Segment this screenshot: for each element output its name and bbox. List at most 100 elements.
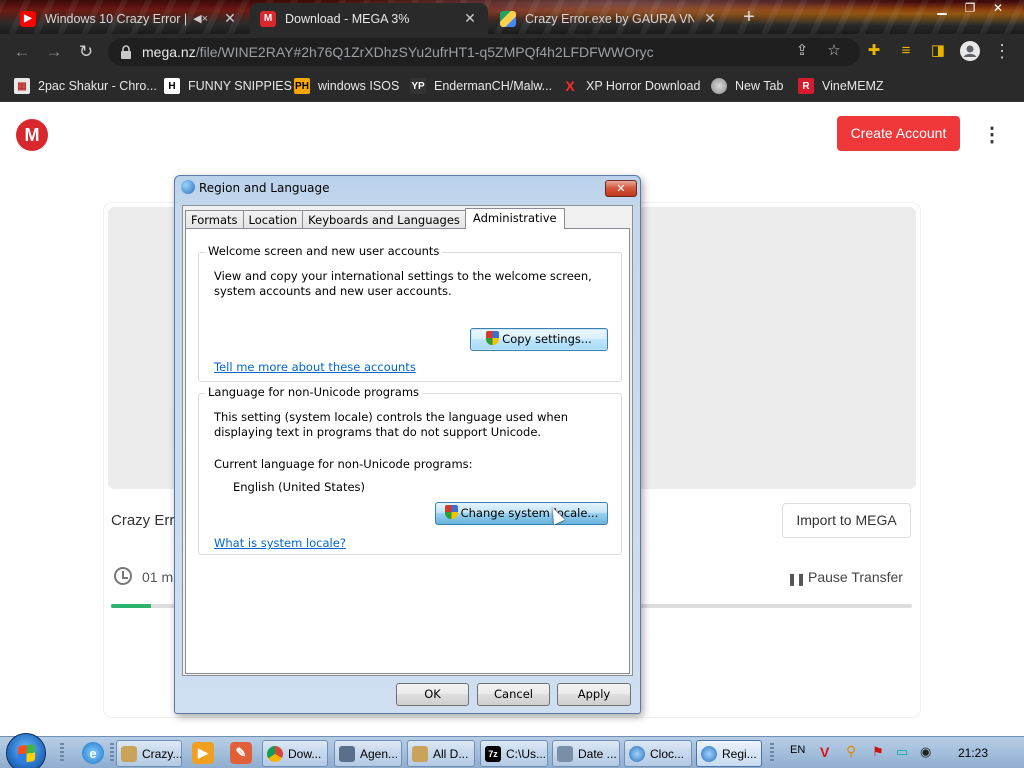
taskbar-button-chrome[interactable]: Dow... bbox=[262, 740, 328, 767]
change-system-locale-button[interactable]: Change system locale... bbox=[435, 502, 608, 525]
taskbar-button-label: Crazy... bbox=[142, 746, 182, 761]
taskbar-button-label: C:\Us... bbox=[506, 746, 547, 761]
more-menu-icon[interactable]: ⋮ bbox=[982, 122, 1002, 148]
dialog-title: Region and Language bbox=[199, 181, 330, 195]
taskbar-button-date[interactable]: Date ... bbox=[552, 740, 620, 767]
create-account-button[interactable]: Create Account bbox=[837, 116, 960, 151]
ok-button[interactable]: OK bbox=[396, 683, 469, 706]
time-remaining: 01 m bbox=[142, 569, 174, 585]
taskbar-button-7zip[interactable]: 7z C:\Us... bbox=[480, 740, 548, 767]
forward-icon[interactable]: → bbox=[42, 40, 66, 64]
reload-icon[interactable]: ↻ bbox=[74, 40, 98, 64]
close-icon[interactable]: ✕ bbox=[605, 180, 637, 197]
apply-button[interactable]: Apply bbox=[557, 683, 631, 706]
close-tab-icon[interactable]: ✕ bbox=[462, 10, 478, 27]
taskbar-button-region[interactable]: Regi... bbox=[696, 740, 762, 767]
search-tray-icon[interactable]: ⚲ bbox=[846, 743, 856, 760]
bookmarks-bar: ▦ 2pac Shakur - Chro... H FUNNY SNIPPIES… bbox=[0, 70, 1024, 102]
start-button[interactable] bbox=[6, 733, 46, 768]
share-icon[interactable]: ⇪ bbox=[790, 38, 814, 64]
close-window-icon[interactable]: ✕ bbox=[984, 0, 1012, 18]
minimize-icon[interactable]: ▁ bbox=[928, 0, 956, 18]
browser-tab-mega[interactable]: M Download - MEGA 3% ✕ bbox=[250, 3, 488, 34]
system-locale-description: This setting (system locale) controls th… bbox=[214, 410, 569, 439]
bookmark-star-icon[interactable]: ☆ bbox=[822, 38, 846, 64]
taskbar-button-label: All D... bbox=[433, 746, 469, 761]
7zip-icon: 7z bbox=[485, 745, 501, 762]
volume-tray-icon[interactable]: ◉ bbox=[920, 744, 931, 760]
agent-icon bbox=[339, 745, 355, 762]
bookmark-label: windows ISOS bbox=[318, 79, 400, 93]
browser-tab-drive[interactable]: Crazy Error.exe by GAURA VNFC ✕ bbox=[490, 3, 728, 34]
url-path: /file/WINE2RAY#2h76Q1ZrXDhzSYu2ufrHT1-q5… bbox=[195, 44, 654, 60]
pause-transfer-button[interactable]: Pause Transfer bbox=[808, 569, 903, 585]
tab-keyboards-languages[interactable]: Keyboards and Languages bbox=[302, 210, 466, 229]
taskbar-button-all-d[interactable]: All D... bbox=[407, 740, 475, 767]
tab-administrative[interactable]: Administrative bbox=[464, 208, 565, 229]
ph-logo-icon: PH bbox=[294, 78, 310, 94]
bookmark-windows-isos[interactable]: PH windows ISOS bbox=[294, 75, 399, 97]
browser-toolbar: ← → ↻ mega.nz/file/WINE2RAY#2h76Q1ZrXDhz… bbox=[0, 34, 1024, 70]
non-unicode-group-legend: Language for non-Unicode programs bbox=[205, 385, 423, 399]
taskbar-grip bbox=[770, 743, 774, 763]
windows-logo-icon bbox=[18, 744, 35, 763]
taskbar-grip bbox=[60, 743, 64, 763]
non-unicode-group: Language for non-Unicode programs This s… bbox=[198, 385, 622, 555]
close-tab-icon[interactable]: ✕ bbox=[222, 10, 238, 27]
flag-tray-icon[interactable]: ⚑ bbox=[872, 744, 884, 760]
current-language-label: Current language for non-Unicode program… bbox=[214, 457, 473, 471]
x-logo-icon: X bbox=[565, 78, 575, 94]
bookmark-xp-horror[interactable]: X XP Horror Download bbox=[562, 75, 700, 97]
taskbar-button-label: Agen... bbox=[360, 746, 399, 761]
internet-explorer-icon[interactable]: e bbox=[82, 742, 104, 764]
mega-logo[interactable]: M bbox=[16, 119, 48, 151]
taskbar-button-crazy[interactable]: Crazy... bbox=[116, 740, 182, 767]
side-panel-icon[interactable]: ◨ bbox=[926, 38, 950, 64]
paint-icon[interactable]: ✎ bbox=[230, 742, 252, 764]
yp-logo-icon: YP bbox=[410, 78, 426, 94]
bookmark-label: 2pac Shakur - Chro... bbox=[38, 79, 157, 93]
welcome-description: View and copy your international setting… bbox=[214, 269, 592, 298]
address-bar[interactable]: mega.nz/file/WINE2RAY#2h76Q1ZrXDhzSYu2uf… bbox=[108, 38, 860, 66]
media-player-icon[interactable]: ▶ bbox=[192, 742, 214, 764]
youtube-icon: ▶ bbox=[20, 10, 36, 27]
back-icon[interactable]: ← bbox=[10, 40, 34, 64]
region-icon bbox=[701, 745, 717, 762]
bookmark-new-tab[interactable]: New Tab bbox=[711, 75, 783, 97]
language-indicator[interactable]: EN bbox=[790, 744, 805, 756]
bookmark-vinememz[interactable]: R VineMEMZ bbox=[798, 75, 884, 97]
taskbar-button-agent[interactable]: Agen... bbox=[334, 740, 402, 767]
monitor-tray-icon[interactable]: ▭ bbox=[896, 744, 908, 760]
tell-me-more-link[interactable]: Tell me more about these accounts bbox=[214, 360, 416, 374]
new-tab-button[interactable]: + bbox=[738, 5, 760, 29]
import-to-mega-button[interactable]: Import to MEGA bbox=[782, 503, 911, 538]
bookmark-label: XP Horror Download bbox=[586, 79, 701, 93]
close-tab-icon[interactable]: ✕ bbox=[702, 10, 718, 27]
bookmark-2pac[interactable]: ▦ 2pac Shakur - Chro... bbox=[14, 75, 157, 97]
calendar-icon: ▦ bbox=[14, 78, 30, 94]
tab-title: Crazy Error.exe by GAURA VNFC bbox=[525, 11, 694, 26]
reading-list-icon[interactable]: ≡ bbox=[894, 38, 918, 64]
bookmark-endermanch[interactable]: YP EndermanCH/Malw... bbox=[410, 75, 552, 97]
what-is-system-locale-link[interactable]: What is system locale? bbox=[214, 536, 346, 550]
extensions-icon[interactable]: ✚ bbox=[862, 38, 886, 64]
taskbar-button-clock[interactable]: Cloc... bbox=[624, 740, 692, 767]
taskbar-button-label: Date ... bbox=[578, 746, 617, 761]
administrative-panel: Welcome screen and new user accounts Vie… bbox=[185, 228, 630, 674]
mute-icon[interactable]: ◀× bbox=[193, 12, 208, 25]
restore-icon[interactable]: ❐ bbox=[956, 0, 984, 18]
browser-tab-youtube[interactable]: ▶ Windows 10 Crazy Error | C ◀× ✕ bbox=[10, 3, 248, 34]
cancel-button[interactable]: Cancel bbox=[477, 683, 550, 706]
copy-settings-label: Copy settings... bbox=[502, 332, 592, 346]
bookmark-funny-snippies[interactable]: H FUNNY SNIPPIES bbox=[164, 75, 292, 97]
tab-location[interactable]: Location bbox=[242, 210, 304, 229]
chrome-menu-icon[interactable]: ⋮ bbox=[990, 38, 1014, 64]
copy-settings-button[interactable]: Copy settings... bbox=[470, 328, 608, 351]
bookmark-label: FUNNY SNIPPIES bbox=[188, 79, 292, 93]
taskbar-clock[interactable]: 21:23 bbox=[958, 746, 988, 760]
v-app-icon[interactable]: V bbox=[820, 744, 829, 760]
pause-icon[interactable]: ❚❚ bbox=[787, 572, 806, 586]
profile-avatar-icon[interactable] bbox=[958, 38, 982, 64]
r-logo-icon: R bbox=[798, 78, 814, 94]
tab-formats[interactable]: Formats bbox=[185, 210, 244, 229]
